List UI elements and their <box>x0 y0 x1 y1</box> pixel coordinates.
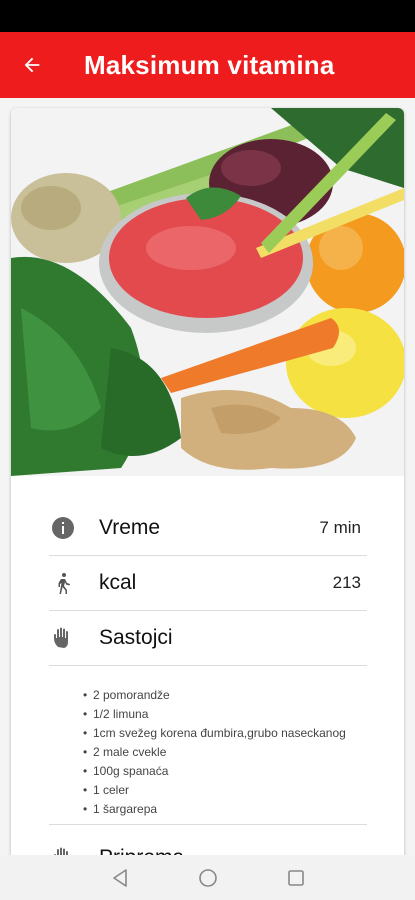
square-recents-icon <box>287 869 304 886</box>
triangle-back-icon <box>112 868 127 887</box>
list-item: 2 pomorandže <box>49 686 367 705</box>
nav-home-button[interactable] <box>196 866 220 890</box>
recipe-card: Vreme 7 min kcal 213 Sastojci 2 pomorand <box>11 108 404 855</box>
page-title: Maksimum vitamina <box>84 49 335 80</box>
info-icon <box>49 514 77 542</box>
kcal-label: kcal <box>99 570 137 594</box>
list-item: 1cm svežeg korena đumbira,grubo naseckan… <box>49 724 367 743</box>
time-row: Vreme 7 min <box>49 500 367 556</box>
preparation-label: Priprema <box>99 846 184 855</box>
ingredients-list: 2 pomorandže 1/2 limuna 1cm svežeg koren… <box>49 686 367 819</box>
divider <box>49 824 367 825</box>
recipe-image <box>11 108 404 476</box>
nav-back-button[interactable] <box>108 866 132 890</box>
kcal-value: 213 <box>332 572 361 592</box>
list-item: 1 šargarepa <box>49 800 367 819</box>
nav-recents-button[interactable] <box>284 866 308 890</box>
list-item: 1/2 limuna <box>49 705 367 724</box>
preparation-row: Priprema <box>49 838 184 855</box>
arrow-left-icon <box>24 57 40 73</box>
ingredients-label: Sastojci <box>99 625 173 649</box>
circle-home-icon <box>198 868 217 887</box>
hand-icon <box>49 624 77 652</box>
list-item: 2 male cvekle <box>49 743 367 762</box>
scroll-content[interactable]: Vreme 7 min kcal 213 Sastojci 2 pomorand <box>0 98 415 855</box>
list-item: 1 celer <box>49 781 367 800</box>
walking-person-icon <box>49 569 77 597</box>
system-nav-bar <box>0 855 415 900</box>
ingredients-row: Sastojci <box>49 610 367 666</box>
hand-icon <box>49 844 77 855</box>
time-label: Vreme <box>99 515 161 539</box>
kcal-row: kcal 213 <box>49 555 367 611</box>
time-value: 7 min <box>319 517 361 537</box>
back-button[interactable] <box>0 32 64 98</box>
app-bar: Maksimum vitamina <box>0 32 415 98</box>
status-bar <box>0 0 415 32</box>
list-item: 100g spanaća <box>49 762 367 781</box>
